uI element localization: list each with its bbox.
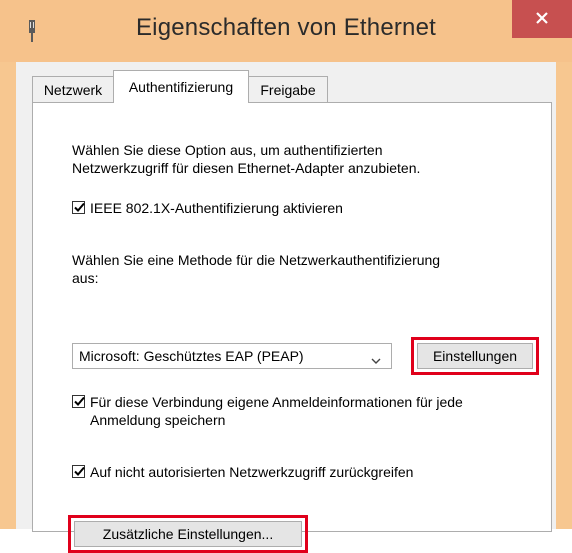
close-button[interactable]: [512, 0, 572, 38]
auth-method-value: Microsoft: Geschütztes EAP (PEAP): [79, 348, 304, 364]
method-line-2: aus:: [72, 270, 99, 286]
window-title: Eigenschaften von Ethernet: [135, 14, 437, 41]
checkbox-box[interactable]: [72, 465, 85, 478]
remember-credentials-label: Für diese Verbindung eigene Anmeldeinfor…: [90, 393, 463, 429]
auth-method-select[interactable]: Microsoft: Geschütztes EAP (PEAP): [72, 343, 392, 369]
tab-label: Authentifizierung: [128, 79, 234, 95]
fallback-unauthorized-label: Auf nicht autorisierten Netzwerkzugriff …: [90, 464, 414, 480]
method-line-1: Wählen Sie eine Methode für die Netzwerk…: [72, 252, 441, 268]
intro-text: Wählen Sie diese Option aus, um authenti…: [72, 141, 420, 177]
remember-line-1: Für diese Verbindung eigene Anmeldeinfor…: [90, 394, 463, 410]
method-text: Wählen Sie eine Methode für die Netzwerk…: [72, 251, 440, 287]
tab-freigabe[interactable]: Freigabe: [248, 76, 328, 102]
settings-button-label: Einstellungen: [432, 348, 518, 364]
dialog-client-area: Netzwerk Authentifizierung Freigabe Wähl…: [16, 62, 556, 553]
tab-authentifizierung[interactable]: Authentifizierung: [113, 70, 249, 103]
checkmark-icon: [74, 466, 85, 476]
tab-label: Freigabe: [260, 81, 316, 98]
additional-settings-button[interactable]: Zusätzliche Einstellungen...: [74, 521, 302, 547]
enable-8021x-checkbox[interactable]: IEEE 802.1X-Authentifizierung aktivieren: [72, 199, 343, 217]
close-icon: [535, 11, 549, 28]
checkmark-icon: [74, 202, 85, 212]
checkbox-box[interactable]: [72, 201, 85, 214]
tab-netzwerk[interactable]: Netzwerk: [32, 76, 114, 102]
dialog-window: Eigenschaften von Ethernet Netzwerk Auth…: [0, 0, 572, 553]
settings-button[interactable]: Einstellungen: [417, 343, 533, 369]
tab-label: Netzwerk: [43, 81, 103, 98]
remember-credentials-checkbox[interactable]: Für diese Verbindung eigene Anmeldeinfor…: [72, 393, 463, 429]
title-bar[interactable]: Eigenschaften von Ethernet: [0, 0, 572, 62]
remember-line-2: Anmeldung speichern: [90, 412, 226, 428]
enable-8021x-label: IEEE 802.1X-Authentifizierung aktivieren: [90, 200, 343, 216]
authentication-panel: Wählen Sie diese Option aus, um authenti…: [32, 102, 552, 553]
intro-line-1: Wählen Sie diese Option aus, um authenti…: [72, 142, 383, 158]
chevron-down-icon: [371, 352, 381, 368]
additional-settings-button-label: Zusätzliche Einstellungen...: [102, 526, 274, 542]
checkbox-box[interactable]: [72, 395, 85, 408]
tab-strip: Netzwerk Authentifizierung Freigabe: [32, 70, 552, 103]
checkmark-icon: [74, 396, 85, 406]
fallback-unauthorized-checkbox[interactable]: Auf nicht autorisierten Netzwerkzugriff …: [72, 463, 413, 481]
intro-line-2: Netzwerkzugriff für diesen Ethernet-Adap…: [72, 160, 421, 176]
